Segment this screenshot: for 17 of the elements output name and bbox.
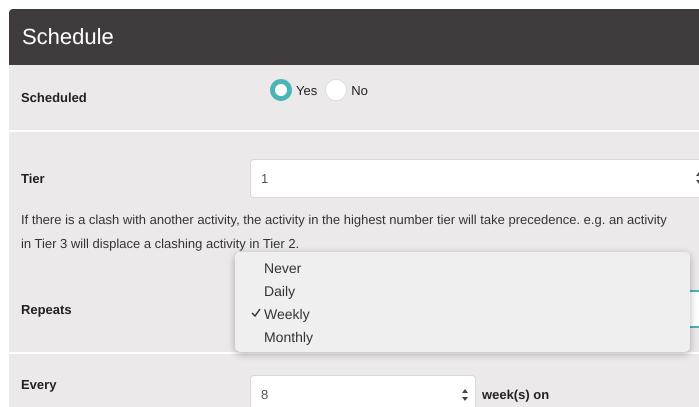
- menu-item[interactable]: Monthly: [235, 325, 690, 348]
- menu-item[interactable]: Never: [235, 256, 690, 279]
- panel-title: Schedule: [22, 24, 114, 50]
- menu-item[interactable]: Weekly: [235, 302, 690, 325]
- help-text: If there is a clash with another activity, the activity in the highest number tier will take precedence. e.g. an activity in Tier 3 will displace a clashing activity in Tier 2.: [20, 211, 668, 253]
- radio-label[interactable]: No: [351, 82, 368, 98]
- field-label: Repeats: [21, 302, 72, 316]
- field-label: Every: [21, 376, 56, 392]
- radio-label[interactable]: Yes: [296, 82, 318, 98]
- field-label: Scheduled: [21, 90, 87, 105]
- tier-select[interactable]: 1: [250, 158, 699, 198]
- radio-button[interactable]: [270, 79, 292, 101]
- menu-item[interactable]: Daily: [235, 279, 690, 302]
- unit-label: week(s) on: [482, 387, 550, 402]
- spinner-arrows-icon: [461, 388, 469, 402]
- field-label: Tier: [21, 170, 45, 186]
- every-number-field[interactable]: 8: [250, 375, 476, 407]
